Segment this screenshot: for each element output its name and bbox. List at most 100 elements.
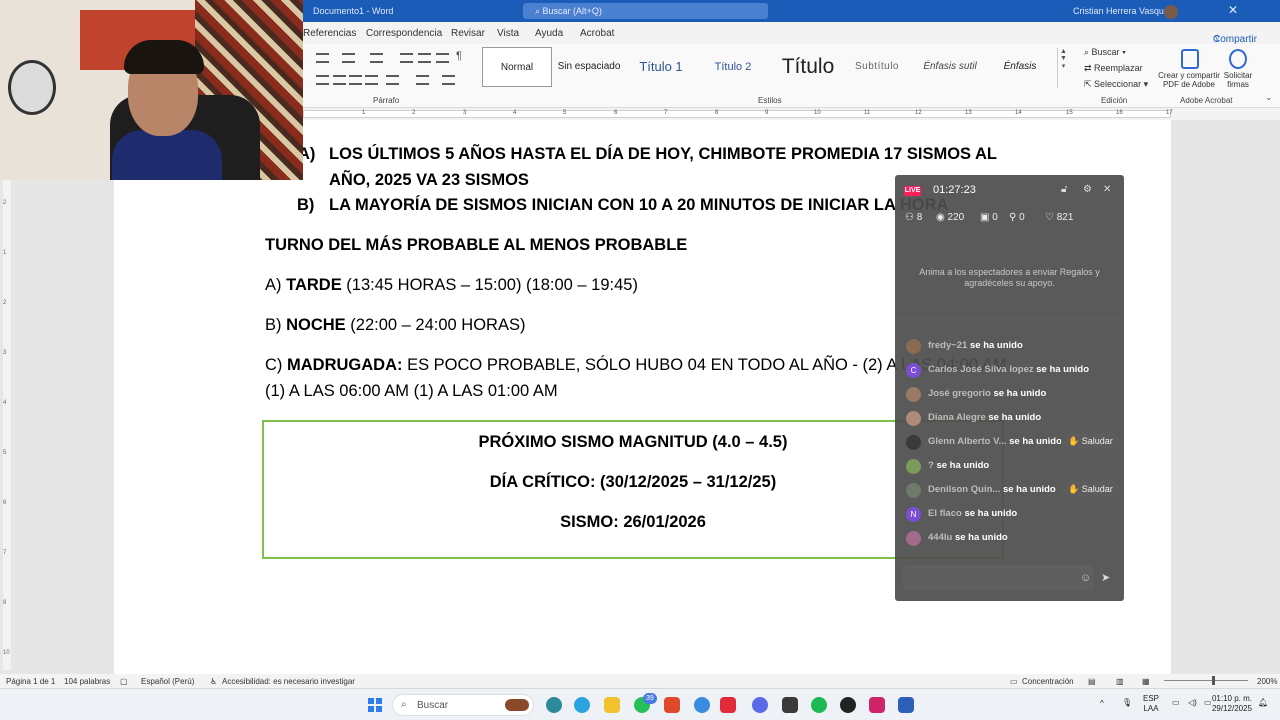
volume-icon[interactable]: ◁) [1188,698,1197,708]
edge-icon[interactable] [546,697,562,713]
tab-vista[interactable]: Vista [497,28,519,39]
pilcrow-icon[interactable]: ¶ [456,50,462,62]
ruler-number: 8 [715,110,719,116]
stat-likes: ♡ 821 [1045,212,1074,223]
brave-icon[interactable] [664,697,680,713]
tab-acrobat[interactable]: Acrobat [580,28,614,39]
language-indicator[interactable]: ESP LAA [1143,694,1159,714]
accessibility-icon: ♿︎ [210,677,218,686]
chrome-icon[interactable] [694,697,710,713]
ruler-number: 14 [1015,110,1022,116]
zoom-level[interactable]: 200% [1257,677,1277,686]
replace-button[interactable]: ⇄ Reemplazar [1084,63,1143,74]
multilevel-icon[interactable] [370,53,383,63]
align-left-icon[interactable] [316,75,329,85]
chevron-up-icon[interactable]: ^ [1100,699,1104,709]
avatar [906,531,921,546]
tab-referencias[interactable]: Referencias [303,28,356,39]
language[interactable]: Español (Perú) [141,677,194,686]
style-title[interactable]: Título [772,47,844,87]
proofing-icon[interactable]: ▢ [120,677,128,686]
read-mode-icon[interactable]: ▤ [1088,677,1096,686]
telegram-icon[interactable] [574,697,590,713]
align-right-icon[interactable] [349,75,362,85]
avatar [906,411,921,426]
avatar: C [906,363,921,378]
collapse-ribbon-icon[interactable]: ⌄ [1265,92,1273,103]
search-box[interactable]: ⌕ Buscar (Alt+Q) [523,3,768,19]
word-icon[interactable] [898,697,914,713]
shading-icon[interactable] [416,75,429,85]
align-center-icon[interactable] [333,75,346,85]
print-layout-icon[interactable]: ▥ [1116,677,1124,686]
eye-icon: ◉ [936,212,948,223]
increase-indent-icon[interactable] [418,53,431,63]
discord-icon[interactable] [752,697,768,713]
send-icon[interactable]: ➤ [1101,571,1110,584]
settings-icon[interactable]: ⚙ [1083,184,1092,195]
tab-correspondencia[interactable]: Correspondencia [366,28,442,39]
stat-gifts: ▣ 0 [980,212,998,223]
replace-label: Reemplazar [1094,63,1143,73]
close-icon[interactable]: ✕ [1228,3,1238,17]
clock[interactable]: 01:10 p. m. 29/12/2025 [1208,694,1256,714]
sort-icon[interactable] [436,53,449,63]
tab-revisar[interactable]: Revisar [451,28,485,39]
stat-viewers-now: ⚇ 8 [905,212,923,223]
tab-ayuda[interactable]: Ayuda [535,28,563,39]
decrease-indent-icon[interactable] [400,53,413,63]
taskbar-search[interactable]: ⌕ Buscar [392,694,534,716]
accessibility-status[interactable]: Accesibilidad: es necesario investigar [222,677,355,686]
greet-button[interactable]: ✋ Saludar [1061,433,1120,449]
greet-button[interactable]: ✋ Saludar [1061,481,1120,497]
numbering-icon[interactable] [342,53,355,63]
notifications-icon[interactable]: 🔔︎ [1258,698,1268,708]
request-signatures-button[interactable]: Solicitar firmas [1220,71,1256,89]
create-pdf-button[interactable]: Crear y compartir PDF de Adobe [1156,71,1222,89]
style-heading-1[interactable]: Título 1 [628,47,694,87]
prediction-box: PRÓXIMO SISMO MAGNITUD (4.0 – 4.5) DÍA C… [262,420,1004,559]
web-layout-icon[interactable]: ▦ [1142,677,1150,686]
file-explorer-icon[interactable] [604,697,620,713]
zoom-handle[interactable] [1212,676,1215,685]
pdf-icon[interactable] [1181,49,1199,69]
borders-icon[interactable] [442,75,455,85]
calculator-icon[interactable] [782,697,798,713]
microphone-icon[interactable]: 🎙︎ [1122,698,1132,708]
word-count[interactable]: 104 palabras [64,677,110,686]
avatar[interactable] [1164,5,1178,19]
focus-mode-button[interactable]: Concentración [1022,677,1074,686]
vertical-ruler[interactable]: 2 1 2 3 4 5 6 7 8 10 [3,120,11,670]
style-normal[interactable]: Normal [482,47,552,87]
typora-icon[interactable] [720,697,736,713]
tiktok-icon[interactable] [869,697,885,713]
spotify-icon[interactable] [811,697,827,713]
styles-more-button[interactable]: ▲ ▼ ▾ [1057,48,1069,88]
user-name[interactable]: Cristian Herrera Vasquez [1073,6,1173,16]
justify-icon[interactable] [365,75,378,85]
cursor-icon: ⇱ [1084,79,1095,89]
style-emphasis[interactable]: Énfasis [990,47,1050,87]
style-subtle-emphasis[interactable]: Énfasis sutil [914,47,986,87]
windows-start-icon[interactable] [368,698,382,712]
bullets-icon[interactable] [316,53,329,63]
style-no-spacing[interactable]: Sin espaciado [556,47,622,87]
line-spacing-icon[interactable] [386,75,399,85]
style-subtitle[interactable]: Subtítulo [846,47,908,87]
emoji-icon[interactable]: ☺ [1080,572,1091,584]
find-button[interactable]: ⌕ Buscar ▾ [1084,47,1126,58]
close-icon[interactable]: ✕ [1103,184,1111,195]
avatar [906,483,921,498]
lock-icon[interactable]: 🔓︎ [1061,184,1067,195]
turn-a: A) TARDE (13:45 HORAS – 15:00) (18:00 – … [265,276,638,295]
signature-icon[interactable] [1229,49,1247,69]
page-count[interactable]: Página 1 de 1 [6,677,55,686]
chat-input[interactable] [903,565,1094,591]
zoom-slider[interactable] [1164,680,1248,681]
ruler-number: 4 [513,110,517,116]
obs-icon[interactable] [840,697,856,713]
network-icon[interactable]: ▭ [1172,698,1180,708]
horizontal-ruler[interactable]: 1 2 3 4 5 6 7 8 9 10 11 12 13 14 15 16 1… [303,110,1173,118]
style-heading-2[interactable]: Título 2 [700,47,766,87]
select-button[interactable]: ⇱ Seleccionar ▾ [1084,79,1148,90]
